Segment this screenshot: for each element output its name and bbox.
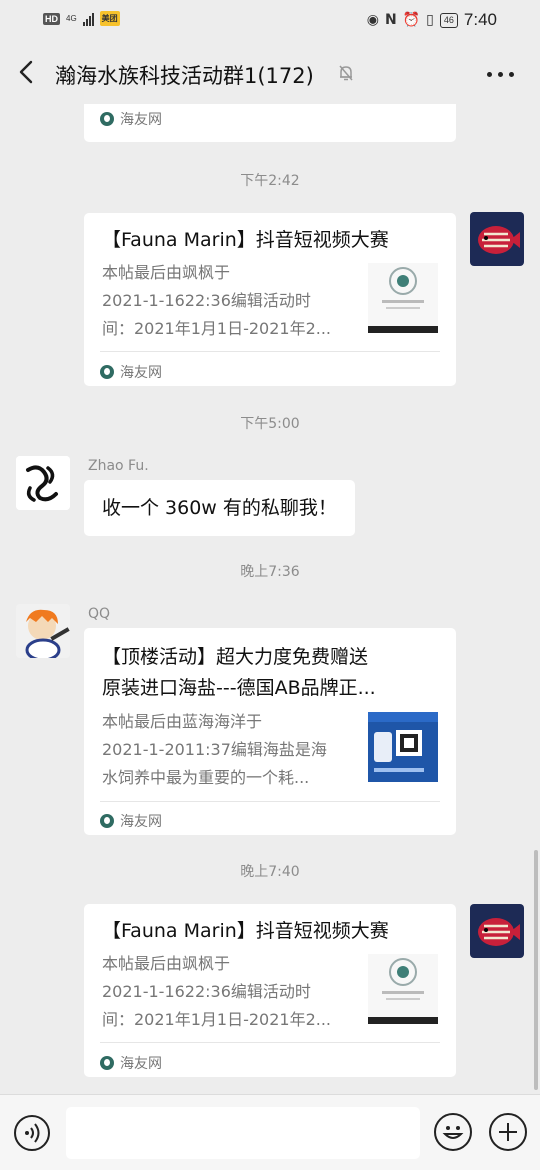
card-description: 本帖最后由蓝海海洋于 2021-1-2011:37编辑海盐是海 水饲养中最为重要… <box>102 708 357 792</box>
status-left: HD 4G 美团 <box>43 11 120 26</box>
card-desc-line: 2021-1-2011:37编辑海盐是海 <box>102 740 327 759</box>
card-thumbnail <box>368 263 438 333</box>
card-title: 原装进口海盐---德国AB品牌正... <box>102 677 376 699</box>
link-card[interactable]: 【Fauna Marin】抖音短视频大赛 本帖最后由飒枫于 2021-1-162… <box>84 904 456 1077</box>
text-message-bubble[interactable]: 收一个 360w 有的私聊我！ <box>84 480 355 536</box>
card-desc-line: 本帖最后由飒枫于 <box>102 954 231 973</box>
card-divider <box>100 351 440 352</box>
timestamp: 晚上7:36 <box>240 564 300 580</box>
link-card[interactable]: 【顶楼活动】超大力度免费赠送 原装进口海盐---德国AB品牌正... 本帖最后由… <box>84 628 456 835</box>
timestamp: 下午5:00 <box>240 416 300 432</box>
card-source-label: 海友网 <box>120 814 162 830</box>
hd-icon: HD <box>43 12 60 25</box>
card-source: 海友网 <box>100 1053 162 1073</box>
more-icon[interactable] <box>487 72 514 77</box>
card-desc-line: 本帖最后由蓝海海洋于 <box>102 712 263 731</box>
card-desc-line: 水饲养中最为重要的一个耗... <box>102 768 310 787</box>
input-bar <box>0 1094 540 1170</box>
emoji-icon[interactable] <box>434 1113 472 1151</box>
card-source: 海友网 <box>100 811 162 831</box>
card-description: 本帖最后由飒枫于 2021-1-1622:36编辑活动时 间：2021年1月1日… <box>102 950 357 1034</box>
chat-title: 瀚海水族科技活动群1(172) <box>55 64 314 88</box>
self-avatar[interactable] <box>470 904 524 958</box>
scrollbar[interactable] <box>534 850 538 1090</box>
timestamp: 下午2:42 <box>240 173 300 189</box>
status-right: ◉ N ⏰ ▯ 46 7:40 <box>367 10 497 30</box>
card-title: 【顶楼活动】超大力度免费赠送 <box>102 646 369 668</box>
haiyou-logo-icon <box>100 112 114 126</box>
card-thumbnail <box>368 712 438 782</box>
message-input[interactable] <box>66 1107 420 1159</box>
card-desc-line: 本帖最后由飒枫于 <box>102 263 231 282</box>
back-arrow-icon[interactable] <box>16 60 38 84</box>
haiyou-logo-icon <box>100 365 114 379</box>
sender-name: Zhao Fu. <box>88 458 149 474</box>
card-thumbnail <box>368 954 438 1024</box>
eye-icon: ◉ <box>366 12 380 28</box>
alarm-icon: ⏰ <box>402 12 421 28</box>
card-source-label: 海友网 <box>120 365 162 381</box>
haiyou-logo-icon <box>100 1056 114 1070</box>
clock: 7:40 <box>463 10 497 29</box>
meituan-app-icon: 美团 <box>99 11 120 26</box>
card-source: 海友网 <box>100 109 162 129</box>
plus-icon[interactable] <box>489 1113 527 1151</box>
card-description: 本帖最后由飒枫于 2021-1-1622:36编辑活动时 间：2021年1月1日… <box>102 259 357 343</box>
card-desc-line: 2021-1-1622:36编辑活动时 <box>102 982 311 1001</box>
card-source: 海友网 <box>100 362 162 382</box>
network-type: 4G <box>66 13 77 23</box>
link-card-partial[interactable]: 海友网 <box>84 104 456 142</box>
nfc-icon: N <box>385 12 397 28</box>
self-avatar[interactable] <box>470 212 524 266</box>
card-desc-line: 2021-1-1622:36编辑活动时 <box>102 291 311 310</box>
sender-avatar[interactable] <box>16 604 70 658</box>
battery-icon: 46 <box>439 12 458 28</box>
card-divider <box>100 1042 440 1043</box>
card-source-label: 海友网 <box>120 112 162 128</box>
sender-avatar[interactable] <box>16 456 70 510</box>
card-desc-line: 间：2021年1月1日-2021年2... <box>102 319 332 338</box>
haiyou-logo-icon <box>100 814 114 828</box>
timestamp: 晚上7:40 <box>240 864 300 880</box>
mute-bell-icon <box>339 65 353 81</box>
card-desc-line: 间：2021年1月1日-2021年2... <box>102 1010 332 1029</box>
status-bar: HD 4G 美团 ◉ N ⏰ ▯ 46 7:40 <box>0 0 540 40</box>
card-divider <box>100 801 440 802</box>
voice-icon[interactable] <box>14 1115 50 1151</box>
card-source-label: 海友网 <box>120 1056 162 1072</box>
card-title: 【Fauna Marin】抖音短视频大赛 <box>102 920 389 942</box>
vibrate-icon: ▯ <box>426 12 434 28</box>
chat-header: 瀚海水族科技活动群1(172) <box>0 40 540 104</box>
sender-name: QQ <box>88 606 111 622</box>
link-card[interactable]: 【Fauna Marin】抖音短视频大赛 本帖最后由飒枫于 2021-1-162… <box>84 213 456 386</box>
signal-icon <box>82 12 94 26</box>
card-title: 【Fauna Marin】抖音短视频大赛 <box>102 229 389 251</box>
message-list[interactable]: 海友网 下午2:42 【Fauna Marin】抖音短视频大赛 本帖最后由飒枫于… <box>0 104 540 1094</box>
